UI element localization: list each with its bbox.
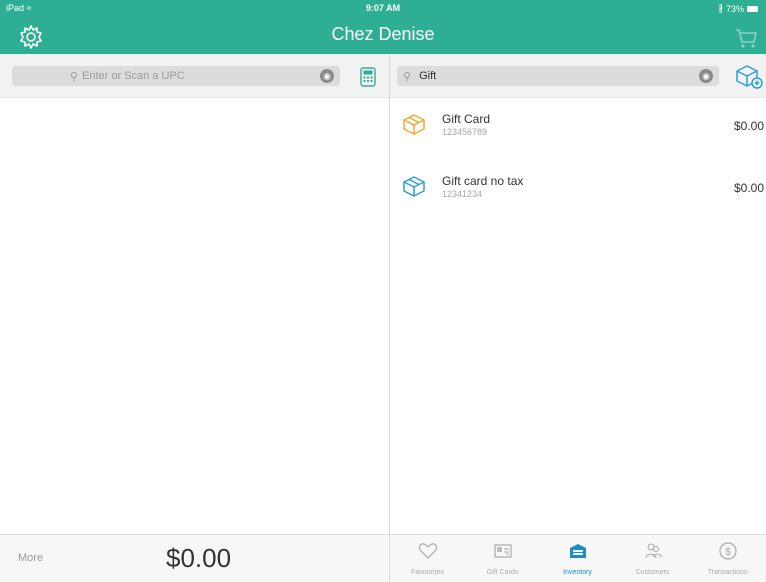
tab-transactions[interactable]: $ Transactions	[690, 535, 765, 582]
inventory-panel: ⚲ ◉ Gift Card 123456789 $0.00	[390, 54, 766, 582]
status-time: 9:07 AM	[365, 3, 401, 13]
cart-icon	[736, 29, 757, 48]
search-icon: ⚲	[403, 70, 412, 83]
tab-favourites[interactable]: Favourites	[390, 535, 465, 582]
svg-text:$: $	[725, 547, 731, 558]
box-icon	[403, 176, 425, 197]
search-icon: ⚲	[69, 70, 79, 83]
upc-field[interactable]: ⚲ ◉	[12, 66, 340, 86]
register-panel: ⚲ ◉ More $0.00	[0, 54, 390, 582]
add-item-button[interactable]	[733, 62, 763, 90]
item-name: Gift card no tax	[442, 174, 524, 188]
tab-label: Favourites	[411, 569, 444, 576]
calculator-button[interactable]	[360, 67, 376, 87]
tab-label: Gift Cards	[486, 569, 519, 576]
total-amount[interactable]: $0.00	[166, 543, 231, 574]
calculator-icon	[360, 67, 376, 87]
dollar-icon: $	[719, 542, 737, 560]
gift-card-icon	[494, 544, 512, 558]
more-button[interactable]: More	[18, 552, 43, 564]
tab-label: Inventory	[563, 569, 592, 576]
inventory-item[interactable]: Gift card no tax 12341234 $0.00	[390, 160, 766, 222]
app-header: iPad ≈ 9:07 AM ∦ 73% Chez Denise	[0, 0, 766, 54]
inventory-search-input[interactable]	[419, 70, 680, 82]
customers-icon	[645, 543, 662, 559]
item-price: $0.00	[734, 181, 765, 195]
bottom-tab-bar: Favourites Gift Cards Inventory Customer…	[390, 534, 766, 582]
cart-button[interactable]	[734, 26, 758, 50]
item-price: $0.00	[734, 119, 765, 133]
item-sku: 12341234	[442, 189, 483, 199]
battery-icon	[747, 5, 758, 12]
add-box-icon	[736, 65, 763, 89]
upc-input[interactable]	[82, 70, 283, 82]
inventory-search-bar: ⚲ ◉	[390, 54, 766, 98]
tab-label: Transactions	[707, 569, 748, 576]
scan-button[interactable]: ◉	[320, 69, 334, 83]
heart-icon	[418, 543, 438, 559]
tab-label: Customers	[635, 569, 670, 576]
register-footer: More $0.00	[0, 534, 389, 582]
tab-inventory[interactable]: Inventory	[540, 535, 615, 582]
item-name: Gift Card	[442, 112, 491, 126]
tab-customers[interactable]: Customers	[615, 535, 690, 582]
status-bar: iPad ≈ 9:07 AM ∦ 73%	[0, 0, 766, 16]
clear-search-button[interactable]: ◉	[699, 69, 713, 83]
item-sku: 123456789	[442, 127, 488, 137]
inventory-search-field[interactable]: ⚲ ◉	[397, 66, 719, 86]
inventory-list: Gift Card 123456789 $0.00 Gift card no t…	[390, 98, 766, 222]
box-icon	[403, 114, 425, 135]
page-title: Chez Denise	[331, 24, 435, 44]
tab-gift-cards[interactable]: Gift Cards	[465, 535, 540, 582]
battery-status: ∦ 73%	[718, 3, 758, 14]
inventory-icon	[570, 544, 586, 558]
upc-search-bar: ⚲ ◉	[0, 54, 389, 98]
inventory-item[interactable]: Gift Card 123456789 $0.00	[390, 98, 766, 160]
